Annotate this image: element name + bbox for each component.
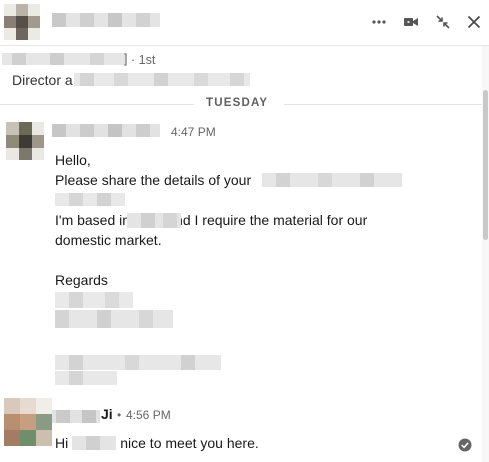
message-text: nd I require the material for our [175,212,368,228]
message-timestamp: 4:47 PM [171,125,216,139]
video-camera-icon [404,18,418,26]
header-avatar[interactable] [4,4,40,40]
message-text: I'm based in [55,212,131,228]
scrollbar-track[interactable] [482,46,489,462]
connection-degree: · 1st [131,53,156,67]
separator-dot: • [117,408,122,422]
sender-avatar[interactable] [4,398,52,446]
redacted-text [72,436,117,450]
close-button[interactable] [464,12,484,32]
scrollbar-thumb[interactable] [483,90,488,240]
video-call-button[interactable] [401,12,421,32]
sender-name-redacted[interactable] [52,124,160,137]
redacted-text [55,193,125,206]
more-horizontal-icon [372,20,386,24]
message-line [55,250,475,270]
message-line [55,310,475,330]
sender-name-redacted[interactable] [52,410,100,423]
redacted-text [262,173,402,187]
message-body: Hi nice to meet you here. [55,433,259,453]
message-line [55,290,475,310]
day-divider: TUESDAY [0,97,483,111]
message-line: Please share the details of your [55,170,475,190]
message-list[interactable]: ] · 1st Director a TUESDAY 4:47 PM Hello… [0,46,489,462]
message-body: Hello, Please share the details of your … [55,150,475,390]
message-line [55,330,475,350]
sender-avatar[interactable] [6,122,44,160]
sender-name[interactable]: Ji [101,406,113,422]
conversation-header [0,0,489,46]
message-text: Hi [55,435,69,451]
divider-line [0,104,194,105]
message-line: Regards [55,272,108,288]
collapse-icon [436,15,450,29]
redacted-text [127,213,181,228]
intro-headline: Director a [12,72,73,88]
close-icon [467,15,481,29]
header-name-redacted[interactable] [52,13,160,27]
message-line [55,350,475,370]
divider-line [284,104,483,105]
redacted-signature [55,371,117,385]
minimize-button[interactable] [433,12,453,32]
intro-name-redacted [2,53,126,65]
message-line [55,190,475,210]
read-receipt-icon [458,438,472,452]
message-text: nice to meet you here. [120,435,259,451]
message-line [55,370,475,390]
intro-bracket: ] [124,52,128,66]
redacted-signature [55,310,173,328]
message-text: Please share the details of your [55,172,252,188]
intro-headline-redacted [74,73,250,86]
message-line: domestic market. [55,232,162,248]
message-line: Hello, [55,152,91,168]
message-timestamp: 4:56 PM [126,408,171,422]
redacted-signature [55,292,133,308]
day-label: TUESDAY [206,97,269,109]
redacted-signature [55,355,221,370]
message-line: I'm based in nd I require the material fo… [55,210,475,230]
more-options-button[interactable] [369,12,389,32]
